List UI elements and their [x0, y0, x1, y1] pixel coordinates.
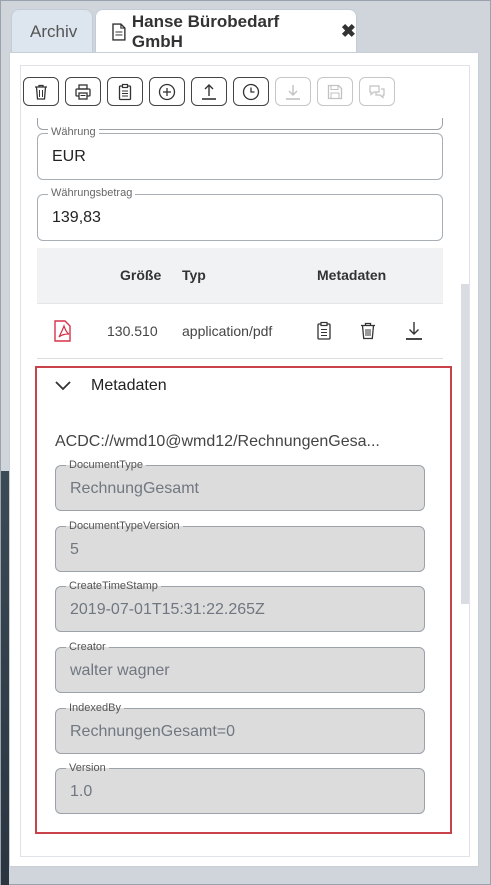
metadata-panel: Metadaten ACDC://wmd10@wmd12/RechnungenG… — [35, 366, 452, 834]
tab-archiv[interactable]: Archiv — [11, 9, 93, 53]
clipboard-icon — [118, 83, 132, 100]
app-window: Archiv Hanse Bürobedarf GmbH ✖ Währung E… — [0, 0, 491, 885]
upload-icon — [202, 83, 216, 100]
toolbar — [21, 66, 469, 118]
metadata-field-create-timestamp: CreateTimeStamp 2019-07-01T15:31:22.265Z — [55, 580, 425, 632]
document-panel: Währung EUR Währungsbetrag 139,83 Größe … — [9, 52, 479, 867]
metadata-label: Version — [66, 762, 109, 774]
metadata-label: DocumentType — [66, 459, 146, 471]
download-button[interactable] — [275, 77, 311, 106]
clock-icon — [242, 83, 260, 100]
comments-button[interactable] — [359, 77, 395, 106]
comments-icon — [369, 84, 385, 99]
download-icon — [286, 84, 300, 100]
scrollbar[interactable] — [461, 284, 469, 604]
plus-circle-icon — [158, 83, 176, 100]
pdf-icon[interactable] — [53, 320, 73, 342]
chevron-down-icon — [55, 381, 71, 391]
attachments-table: Größe Typ Metadaten 130.510 application/… — [37, 248, 443, 359]
metadata-toggle[interactable]: Metadaten — [55, 377, 167, 395]
header-size: Größe — [120, 267, 162, 283]
currency-value: EUR — [52, 148, 86, 165]
tab-bar: Archiv Hanse Bürobedarf GmbH ✖ — [1, 1, 491, 53]
background-strip — [1, 471, 9, 885]
clipboard-button[interactable] — [107, 77, 143, 106]
print-icon — [75, 83, 91, 100]
history-button[interactable] — [233, 77, 269, 106]
metadata-label: IndexedBy — [66, 702, 124, 714]
delete-button[interactable] — [23, 77, 59, 106]
metadata-value: RechnungenGesamt=0 — [70, 723, 235, 740]
currency-field[interactable]: Währung EUR — [37, 126, 443, 180]
metadata-value: 1.0 — [70, 783, 93, 800]
metadata-value: 2019-07-01T15:31:22.265Z — [70, 601, 265, 618]
document-viewer: Währung EUR Währungsbetrag 139,83 Größe … — [20, 65, 470, 857]
tab-archiv-label: Archiv — [30, 21, 78, 41]
metadata-field-version: Version 1.0 — [55, 762, 425, 814]
metadata-value: RechnungGesamt — [70, 480, 199, 497]
tab-document[interactable]: Hanse Bürobedarf GmbH ✖ — [95, 9, 357, 53]
tab-document-label: Hanse Bürobedarf GmbH — [131, 11, 280, 51]
print-button[interactable] — [65, 77, 101, 106]
currency-label: Währung — [48, 126, 99, 138]
metadata-value: 5 — [70, 541, 79, 558]
metadata-field-document-type: DocumentType RechnungGesamt — [55, 459, 425, 511]
clipboard-icon[interactable] — [316, 321, 332, 341]
file-size: 130.510 — [107, 323, 158, 339]
metadata-field-document-type-version: DocumentTypeVersion 5 — [55, 520, 425, 572]
currency-amount-label: Währungsbetrag — [48, 187, 136, 199]
save-button[interactable] — [317, 77, 353, 106]
upload-button[interactable] — [191, 77, 227, 106]
file-type: application/pdf — [182, 323, 273, 339]
metadata-field-creator: Creator walter wagner — [55, 641, 425, 693]
header-metadata: Metadaten — [317, 267, 387, 283]
header-type: Typ — [182, 267, 206, 283]
trash-icon[interactable] — [359, 321, 377, 341]
table-row: 130.510 application/pdf — [37, 303, 443, 359]
currency-amount-value: 139,83 — [52, 209, 101, 226]
download-icon[interactable] — [405, 321, 423, 341]
trash-icon — [35, 84, 47, 100]
metadata-field-indexed-by: IndexedBy RechnungenGesamt=0 — [55, 702, 425, 754]
close-tab-icon[interactable]: ✖ — [341, 21, 356, 42]
currency-amount-field[interactable]: Währungsbetrag 139,83 — [37, 187, 443, 241]
document-icon — [112, 22, 126, 41]
metadata-title: Metadaten — [91, 377, 167, 394]
metadata-label: DocumentTypeVersion — [66, 520, 183, 532]
table-header: Größe Typ Metadaten — [37, 248, 443, 303]
metadata-value: walter wagner — [70, 662, 170, 679]
add-button[interactable] — [149, 77, 185, 106]
metadata-label: Creator — [66, 641, 109, 653]
metadata-label: CreateTimeStamp — [66, 580, 161, 592]
save-icon — [327, 84, 343, 99]
metadata-path: ACDC://wmd10@wmd12/RechnungenGesa... — [55, 433, 380, 450]
